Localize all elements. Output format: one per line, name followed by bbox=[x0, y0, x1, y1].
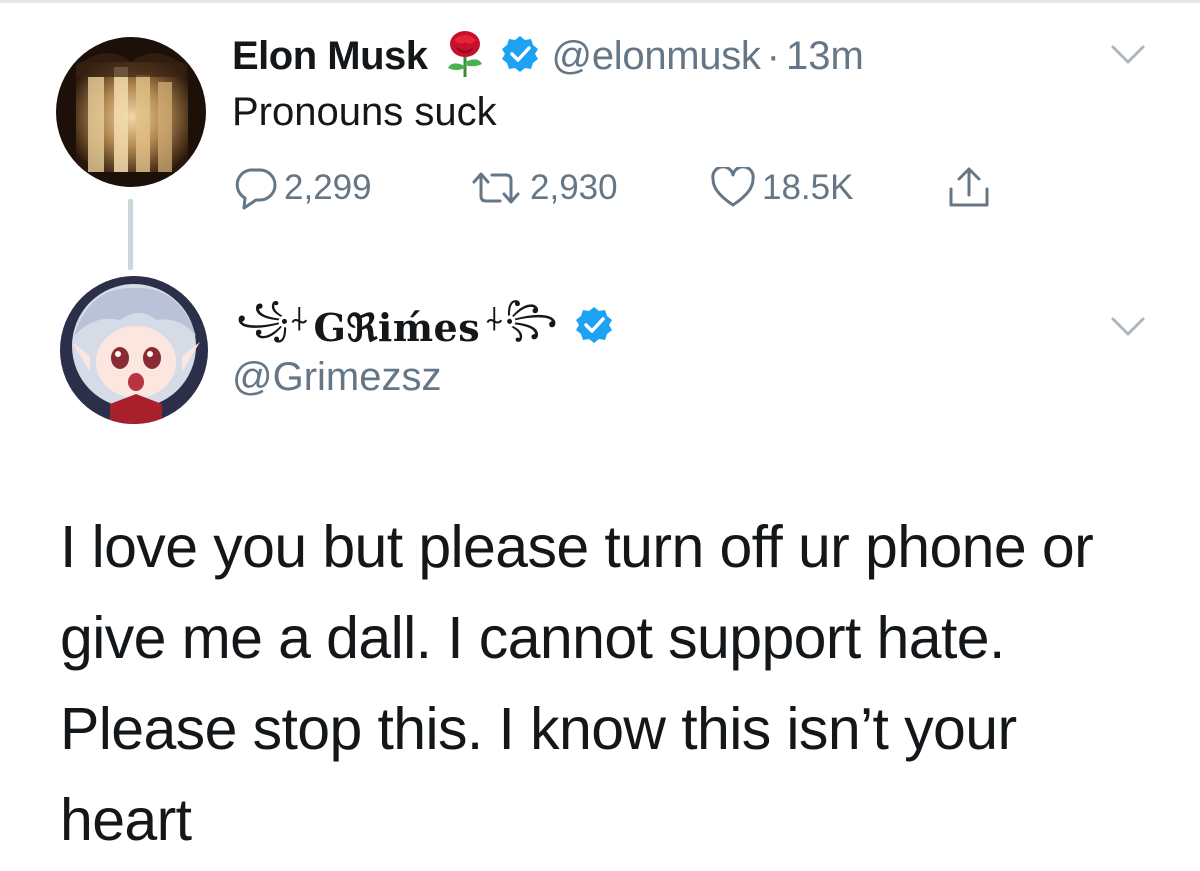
like-count: 18.5K bbox=[762, 168, 854, 207]
display-name[interactable]: Gℜiḿes bbox=[314, 305, 481, 350]
thread-connector-line bbox=[128, 199, 133, 270]
reply-button[interactable]: 2,299 bbox=[232, 165, 372, 211]
like-button[interactable]: 18.5K bbox=[710, 165, 853, 211]
reply-count: 2,299 bbox=[284, 168, 372, 207]
user-handle[interactable]: @elonmusk bbox=[552, 34, 761, 79]
timestamp[interactable]: 13m bbox=[786, 34, 864, 79]
avatar[interactable] bbox=[56, 37, 206, 187]
tweet-header: Elon Musk @elonmusk · 13m bbox=[232, 30, 864, 82]
tweet-text-line: Please stop this. I know this isn’t your bbox=[60, 696, 1017, 762]
separator-dot: · bbox=[766, 33, 780, 78]
user-handle[interactable]: @Grimezsz bbox=[232, 355, 442, 400]
tweet-text-line: give me a dall. I cannot support hate. bbox=[60, 605, 1005, 671]
retweet-icon bbox=[468, 168, 530, 208]
tweet-text-line: I love you but please turn off ur phone … bbox=[60, 514, 1094, 580]
avatar[interactable] bbox=[60, 276, 208, 424]
chevron-down-icon[interactable] bbox=[1110, 316, 1146, 343]
tweet-text: I love you but please turn off ur phone … bbox=[60, 502, 1170, 866]
name-ornament-left: ꧁⍭ bbox=[236, 298, 310, 339]
chevron-down-icon[interactable] bbox=[1110, 44, 1146, 71]
verified-badge-icon bbox=[500, 34, 540, 79]
retweet-button[interactable]: 2,930 bbox=[468, 165, 618, 211]
tweet-header: ꧁⍭ Gℜiḿes ⍭꧂ bbox=[232, 299, 626, 352]
name-ornament-right: ⍭꧂ bbox=[484, 298, 558, 339]
verified-badge-icon bbox=[574, 305, 614, 350]
tweet-actions: 2,299 2,930 18.5K bbox=[232, 165, 1032, 211]
tweet-text-line: heart bbox=[60, 787, 192, 853]
heart-icon bbox=[710, 167, 762, 209]
reply-icon bbox=[232, 166, 284, 210]
top-divider bbox=[0, 0, 1200, 3]
retweet-count: 2,930 bbox=[530, 168, 618, 207]
share-icon bbox=[946, 165, 998, 211]
share-button[interactable] bbox=[946, 165, 998, 211]
tweet-text: Pronouns suck bbox=[232, 90, 497, 134]
rose-emoji-icon bbox=[442, 30, 488, 83]
display-name[interactable]: Elon Musk bbox=[232, 34, 428, 79]
